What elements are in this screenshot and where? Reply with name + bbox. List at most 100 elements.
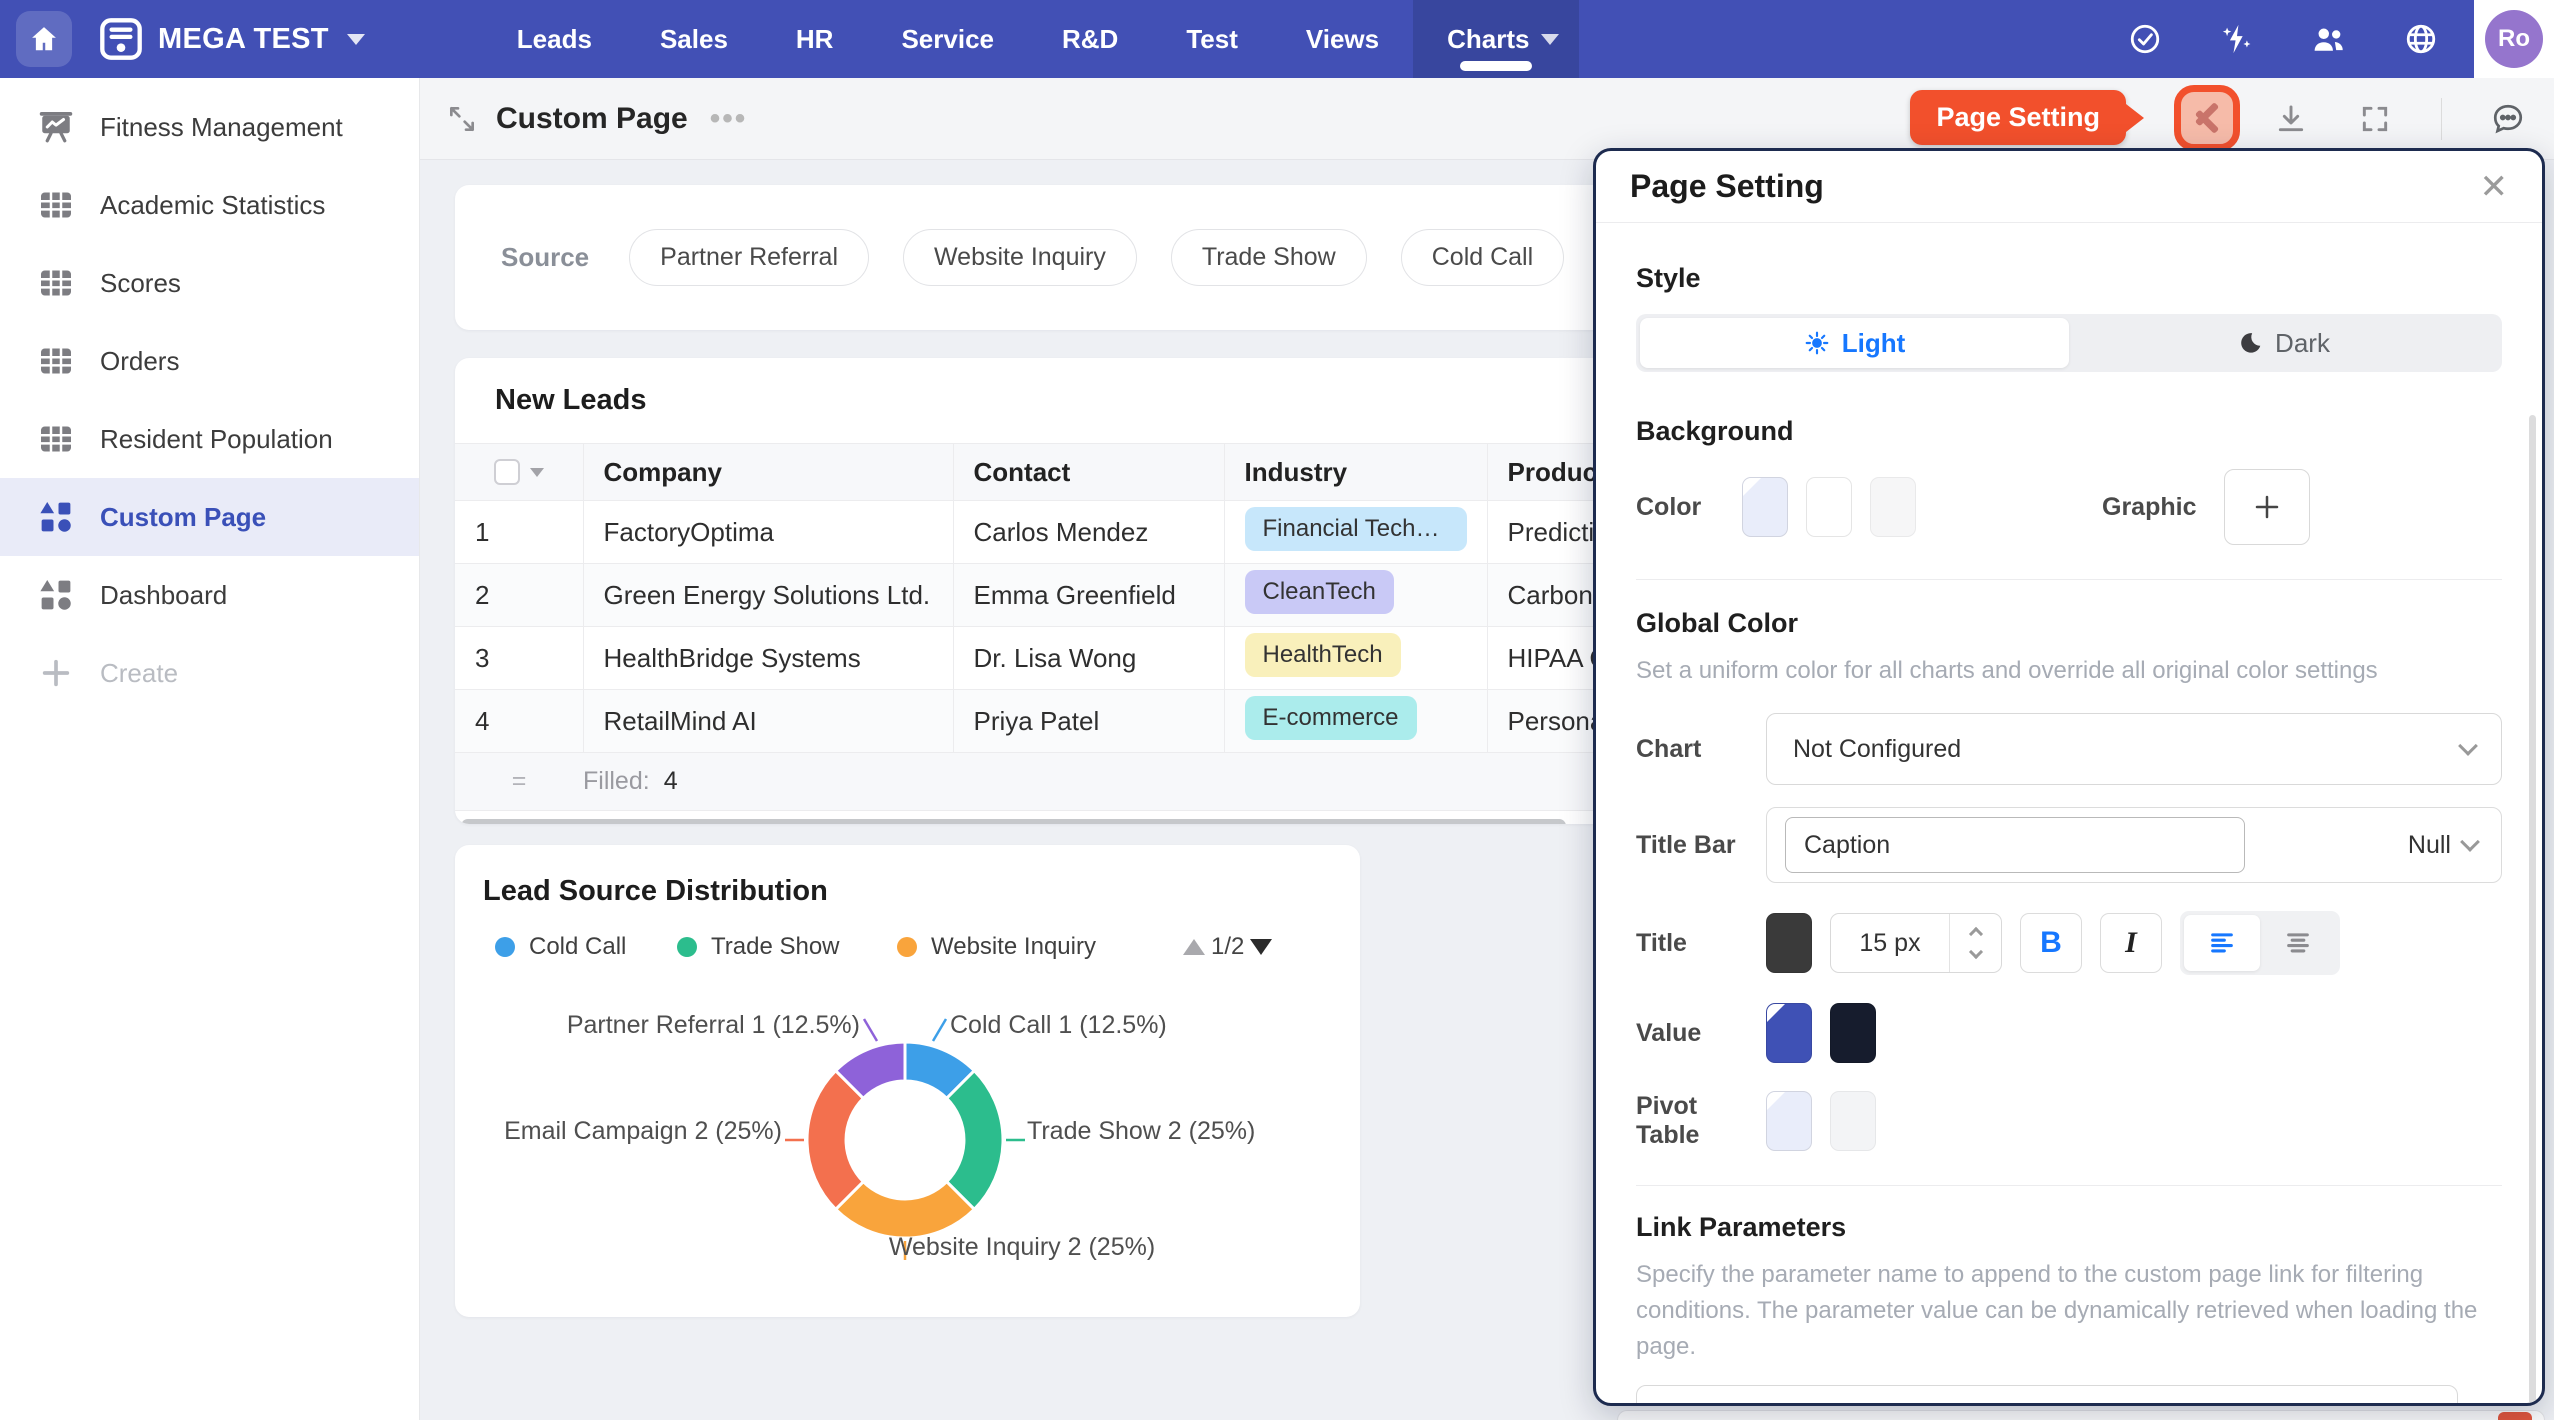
avatar-area[interactable]: Ro <box>2474 0 2554 78</box>
home-button[interactable] <box>16 11 72 67</box>
null-select[interactable]: Null <box>2408 831 2477 860</box>
value-color-swatch-black[interactable] <box>1830 1003 1876 1063</box>
chart-color-select[interactable]: Not Configured <box>1766 713 2502 785</box>
slice-label-cold-call: Cold Call 1 (12.5%) <box>950 1011 1167 1040</box>
filter-chip-trade-show[interactable]: Trade Show <box>1171 229 1367 286</box>
font-size-value: 15 px <box>1831 929 1949 958</box>
align-center-option[interactable] <box>2260 915 2336 971</box>
trash-icon[interactable] <box>2474 1405 2502 1406</box>
table-row[interactable]: 3 HealthBridge Systems Dr. Lisa Wong Hea… <box>455 627 1615 690</box>
font-size-stepper[interactable]: 15 px <box>1830 913 2002 973</box>
comments-icon[interactable] <box>2490 101 2526 137</box>
add-graphic-button[interactable] <box>2224 469 2310 545</box>
source-filter-card: Source Partner Referral Website Inquiry … <box>455 185 1615 330</box>
users-icon[interactable] <box>2312 22 2346 56</box>
dashboard-icon <box>34 497 78 537</box>
nav-item-sales[interactable]: Sales <box>626 0 762 78</box>
filter-chip-partner-referral[interactable]: Partner Referral <box>629 229 869 286</box>
filter-chip-website-inquiry[interactable]: Website Inquiry <box>903 229 1137 286</box>
sidebar-item-academic-statistics[interactable]: Academic Statistics <box>0 166 419 244</box>
page-down-icon[interactable] <box>1250 939 1272 955</box>
value-color-swatch-blue[interactable] <box>1766 1003 1812 1063</box>
nav-item-charts[interactable]: Charts <box>1413 0 1579 78</box>
sidebar-item-create[interactable]: Create <box>0 634 419 712</box>
bg-color-swatch-white[interactable] <box>1806 477 1852 537</box>
more-options-icon[interactable]: ••• <box>710 102 748 136</box>
download-icon[interactable] <box>2273 101 2309 137</box>
close-icon[interactable]: ✕ <box>2480 167 2509 207</box>
nav-item-test[interactable]: Test <box>1152 0 1272 78</box>
panel-scrollbar[interactable] <box>2529 415 2536 1406</box>
ai-sparkle-icon[interactable] <box>2220 22 2254 56</box>
globe-icon[interactable] <box>2404 22 2438 56</box>
sidebar-item-orders[interactable]: Orders <box>0 322 419 400</box>
filter-chip-cold-call[interactable]: Cold Call <box>1401 229 1564 286</box>
nav-item-hr[interactable]: HR <box>762 0 868 78</box>
caption-input[interactable]: Caption <box>1785 817 2245 873</box>
style-option-light[interactable]: Light <box>1640 318 2069 368</box>
sidebar-item-fitness-management[interactable]: Fitness Management <box>0 88 419 166</box>
stepper-arrows[interactable] <box>1949 914 2001 972</box>
page-up-icon[interactable] <box>1183 939 1205 955</box>
table-row[interactable]: 4 RetailMind AI Priya Patel E-commerce P… <box>455 690 1615 753</box>
checkbox-icon[interactable] <box>494 459 520 485</box>
parameter-input[interactable]: Source <box>1636 1385 2458 1406</box>
table-row[interactable]: 2 Green Energy Solutions Ltd. Emma Green… <box>455 564 1615 627</box>
workspace-name: MEGA TEST <box>158 23 329 56</box>
workspace-switcher[interactable]: MEGA TEST <box>98 16 365 62</box>
style-segmented-control: Light Dark <box>1636 314 2502 372</box>
title-color-swatch[interactable] <box>1766 913 1812 973</box>
align-left-icon <box>2207 929 2237 957</box>
title-bar-control: Caption Null <box>1766 807 2502 883</box>
slice-label-partner-referral: Partner Referral 1 (12.5%) <box>567 1011 860 1040</box>
table-footer: = Filled: 4 <box>455 753 1615 811</box>
legend-page-indicator: 1/2 <box>1211 933 1244 961</box>
legend-item-trade-show[interactable]: Trade Show <box>677 933 840 961</box>
avatar[interactable]: Ro <box>2485 10 2543 68</box>
sidebar-item-dashboard[interactable]: Dashboard <box>0 556 419 634</box>
new-leads-card: New Leads Company Contact Industry Produ… <box>455 358 1615 824</box>
bold-button[interactable]: B <box>2020 913 2082 973</box>
cell-industry: CleanTech <box>1224 564 1487 627</box>
column-header-company[interactable]: Company <box>583 444 953 501</box>
callout-arrow <box>2126 104 2144 132</box>
select-all-header[interactable] <box>455 444 583 501</box>
nav-item-views[interactable]: Views <box>1272 0 1413 78</box>
style-option-dark[interactable]: Dark <box>2069 318 2498 368</box>
donut-chart[interactable] <box>775 1010 1035 1270</box>
sidebar-item-label: Resident Population <box>100 424 333 455</box>
page-setting-button[interactable] <box>2174 85 2240 151</box>
page-setting-panel: Page Setting ✕ Style Light Dark Backgrou… <box>1593 148 2545 1406</box>
pivot-color-swatch-lavender[interactable] <box>1766 1091 1812 1151</box>
horizontal-scrollbar[interactable] <box>461 819 1566 824</box>
nav-item-leads[interactable]: Leads <box>483 0 626 78</box>
table-row[interactable]: 1 FactoryOptima Carlos Mendez Financial … <box>455 501 1615 564</box>
pivot-color-swatch-gray[interactable] <box>1830 1091 1876 1151</box>
row-number: 2 <box>455 564 583 627</box>
expand-icon[interactable] <box>446 103 478 135</box>
cell-company: Green Energy Solutions Ltd. <box>583 564 953 627</box>
cell-contact: Dr. Lisa Wong <box>953 627 1224 690</box>
approval-check-icon[interactable] <box>2128 22 2162 56</box>
sidebar-item-resident-population[interactable]: Resident Population <box>0 400 419 478</box>
italic-button[interactable]: I <box>2100 913 2162 973</box>
column-header-contact[interactable]: Contact <box>953 444 1224 501</box>
nav-item-rnd[interactable]: R&D <box>1028 0 1152 78</box>
summary-icon[interactable]: = <box>455 767 583 796</box>
nav-item-service[interactable]: Service <box>867 0 1028 78</box>
sidebar-item-scores[interactable]: Scores <box>0 244 419 322</box>
bg-color-swatch-gray[interactable] <box>1870 477 1916 537</box>
table-icon <box>34 185 78 225</box>
cell-contact: Priya Patel <box>953 690 1224 753</box>
title-bar-label: Title Bar <box>1636 831 1766 860</box>
column-header-industry[interactable]: Industry <box>1224 444 1487 501</box>
toolbar-divider <box>2441 98 2442 140</box>
legend-item-website-inquiry[interactable]: Website Inquiry <box>897 933 1096 961</box>
table-title: New Leads <box>495 384 1615 417</box>
sidebar-item-custom-page[interactable]: Custom Page <box>0 478 419 556</box>
fullscreen-icon[interactable] <box>2357 101 2393 137</box>
bg-color-swatch-selected[interactable] <box>1742 477 1788 537</box>
legend-item-cold-call[interactable]: Cold Call <box>495 933 626 961</box>
align-left-option[interactable] <box>2184 915 2260 971</box>
sidebar-item-label: Custom Page <box>100 502 266 533</box>
